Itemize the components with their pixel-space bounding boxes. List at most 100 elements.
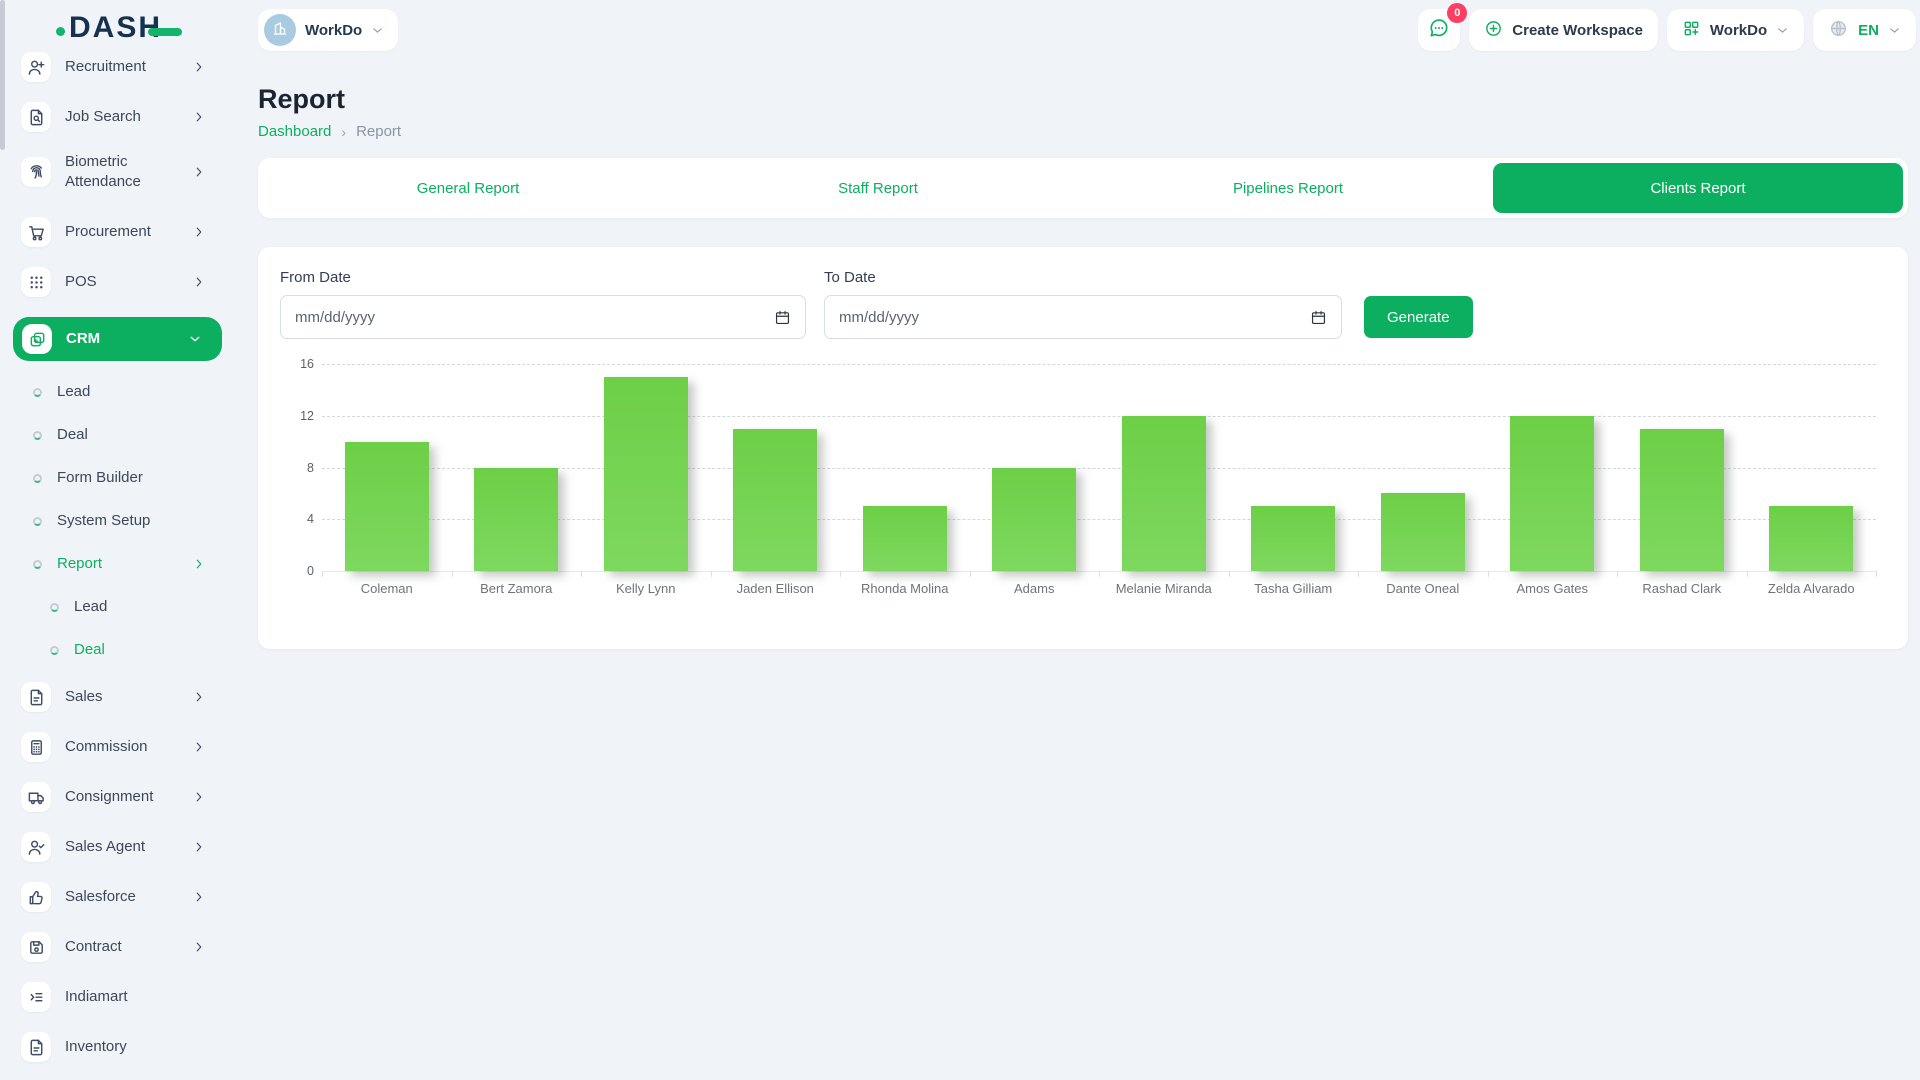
to-date-placeholder: mm/dd/yyyy [839, 309, 1310, 326]
user-check-icon [21, 832, 51, 862]
sidebar-item-label: Deal [57, 425, 88, 445]
tab-general-report[interactable]: General Report [263, 163, 673, 213]
bullet-icon [50, 603, 59, 612]
y-axis-tick-label: 8 [280, 461, 314, 475]
main-content: Report Dashboard › Report General Report… [230, 62, 1920, 1080]
from-date-label: From Date [280, 269, 806, 286]
sidebar-scrollbar[interactable] [0, 0, 5, 150]
sidebar-item-deal[interactable]: Deal [0, 424, 230, 446]
bar-kelly-lynn[interactable] [604, 377, 688, 571]
list-arrow-icon [21, 982, 51, 1012]
messages-button[interactable]: 0 [1418, 9, 1460, 51]
sidebar-item-sales[interactable]: Sales [0, 682, 230, 712]
grid-dots-icon [21, 267, 51, 297]
truck-icon [21, 782, 51, 812]
grid-plus-icon [1682, 19, 1701, 42]
bar-zelda-alvarado[interactable] [1769, 506, 1853, 571]
gridline-y12 [322, 416, 1876, 417]
x-axis-tickmark [840, 571, 841, 577]
sidebar-item-contract[interactable]: Contract [0, 932, 230, 962]
sidebar-item-indiamart[interactable]: Indiamart [0, 982, 230, 1012]
breadcrumb-separator: › [341, 124, 346, 140]
generate-button[interactable]: Generate [1364, 296, 1473, 338]
chevron-right-icon [192, 890, 206, 904]
x-axis-category-label: Dante Oneal [1358, 581, 1488, 596]
x-axis-category-label: Kelly Lynn [581, 581, 711, 596]
x-axis-category-label: Jaden Ellison [711, 581, 841, 596]
bar-bert-zamora[interactable] [474, 468, 558, 572]
sidebar-item-crm[interactable]: CRM [13, 317, 222, 361]
x-axis-category-label: Adams [970, 581, 1100, 596]
bar-amos-gates[interactable] [1510, 416, 1594, 571]
to-date-input[interactable]: mm/dd/yyyy [824, 295, 1342, 339]
from-date-input[interactable]: mm/dd/yyyy [280, 295, 806, 339]
bar-rhonda-molina[interactable] [863, 506, 947, 571]
sidebar-item-label: POS [65, 272, 97, 292]
sidebar-item-lead[interactable]: Lead [0, 381, 230, 403]
x-axis-tickmark [711, 571, 712, 577]
sidebar-item-biometric-attendance[interactable]: Biometric Attendance [0, 152, 230, 191]
chevron-down-icon [371, 24, 384, 37]
chat-bubble-icon [1428, 17, 1450, 44]
chevron-right-icon [192, 275, 206, 289]
create-workspace-button[interactable]: Create Workspace [1469, 9, 1658, 51]
from-date-placeholder: mm/dd/yyyy [295, 309, 774, 326]
sidebar-item-salesforce[interactable]: Salesforce [0, 882, 230, 912]
gridline-y16 [322, 364, 1876, 365]
sidebar-item-system-setup[interactable]: System Setup [0, 510, 230, 532]
messages-badge: 0 [1447, 3, 1467, 23]
sidebar-item-inventory[interactable]: Inventory [0, 1032, 230, 1062]
x-axis-category-label: Melanie Miranda [1099, 581, 1229, 596]
y-axis-tick-label: 4 [280, 512, 314, 526]
crm-squares-icon [22, 324, 52, 354]
x-axis-tickmark [1229, 571, 1230, 577]
breadcrumb-dashboard-link[interactable]: Dashboard [258, 123, 331, 140]
sidebar-item-deal[interactable]: Deal [0, 639, 230, 661]
x-axis-tickmark [1617, 571, 1618, 577]
bar-rashad-clark[interactable] [1640, 429, 1724, 571]
bar-jaden-ellison[interactable] [733, 429, 817, 571]
sidebar-item-commission[interactable]: Commission [0, 732, 230, 762]
sidebar-item-label: Lead [57, 382, 90, 402]
bullet-icon [33, 474, 42, 483]
bar-dante-oneal[interactable] [1381, 493, 1465, 571]
report-filters: From Date mm/dd/yyyy To Date mm/dd/yyyy … [280, 269, 1886, 339]
x-axis-tickmark [452, 571, 453, 577]
x-axis-tickmark [1099, 571, 1100, 577]
doc-search-icon [21, 102, 51, 132]
tab-staff-report[interactable]: Staff Report [673, 163, 1083, 213]
chevron-right-icon [192, 940, 206, 954]
x-axis-category-label: Zelda Alvarado [1747, 581, 1877, 596]
tab-clients-report[interactable]: Clients Report [1493, 163, 1903, 213]
chevron-right-icon [192, 110, 206, 124]
calendar-icon[interactable] [774, 309, 791, 326]
bar-melanie-miranda[interactable] [1122, 416, 1206, 571]
calendar-icon[interactable] [1310, 309, 1327, 326]
bar-tasha-gilliam[interactable] [1251, 506, 1335, 571]
language-selector[interactable]: EN [1813, 9, 1916, 51]
sidebar-item-sales-agent[interactable]: Sales Agent [0, 832, 230, 862]
x-axis-category-label: Rhonda Molina [840, 581, 970, 596]
tab-pipelines-report[interactable]: Pipelines Report [1083, 163, 1493, 213]
sidebar-item-lead[interactable]: Lead [0, 596, 230, 618]
sidebar-item-label: Lead [74, 597, 107, 617]
x-axis-category-label: Rashad Clark [1617, 581, 1747, 596]
workspace-menu-button[interactable]: WorkDo [1667, 9, 1804, 51]
sidebar-item-consignment[interactable]: Consignment [0, 782, 230, 812]
thumbs-up-icon [21, 882, 51, 912]
sidebar-item-job-search[interactable]: Job Search [0, 102, 230, 132]
sidebar-item-report[interactable]: Report [0, 553, 230, 575]
app-logo[interactable]: DASH [56, 13, 182, 43]
bar-coleman[interactable] [345, 442, 429, 571]
sidebar-item-procurement[interactable]: Procurement [0, 217, 230, 247]
sidebar-item-form-builder[interactable]: Form Builder [0, 467, 230, 489]
bar-adams[interactable] [992, 468, 1076, 572]
sidebar-item-label: Sales [65, 687, 103, 707]
bullet-icon [33, 431, 42, 440]
workspace-switcher[interactable]: WorkDo [258, 9, 398, 51]
sidebar-item-pos[interactable]: POS [0, 267, 230, 297]
chevron-right-icon [192, 840, 206, 854]
report-tabs: General ReportStaff ReportPipelines Repo… [258, 158, 1908, 218]
bullet-icon [33, 560, 42, 569]
globe-icon [1828, 18, 1849, 43]
